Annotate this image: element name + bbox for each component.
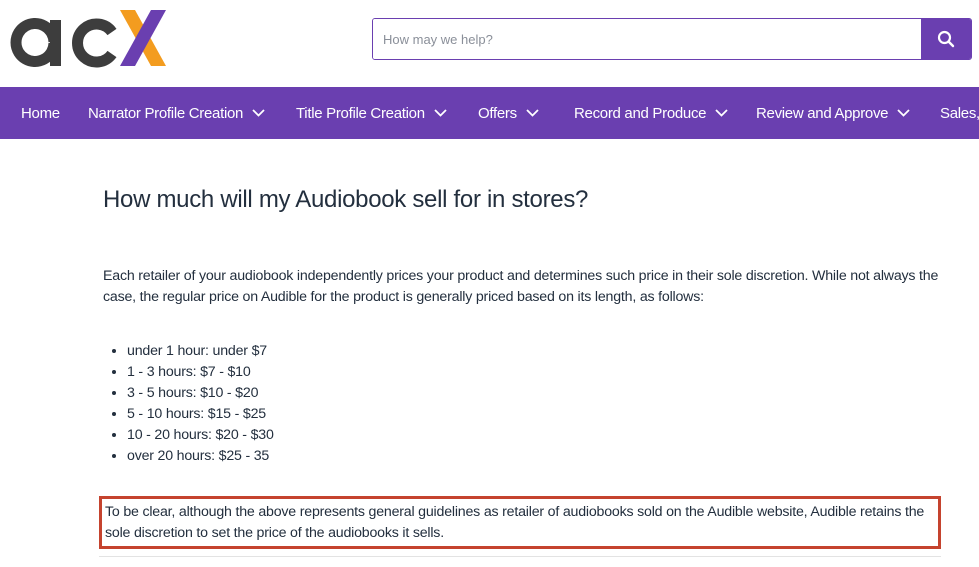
page-title: How much will my Audiobook sell for in s…: [103, 186, 589, 213]
nav-item-offers[interactable]: Offers: [478, 87, 539, 139]
nav-item-title-profile-creation[interactable]: Title Profile Creation: [296, 87, 447, 139]
chevron-down-icon: [715, 109, 728, 117]
site-header: [0, 0, 979, 87]
nav-item-label: Review and Approve: [756, 104, 889, 122]
nav-item-review-and-approve[interactable]: Review and Approve: [756, 87, 910, 139]
list-item: 10 - 20 hours: $20 - $30: [127, 425, 274, 446]
chevron-down-icon: [252, 109, 265, 117]
price-list: under 1 hour: under $7 1 - 3 hours: $7 -…: [103, 341, 274, 467]
nav-item-narrator-profile-creation[interactable]: Narrator Profile Creation: [88, 87, 265, 139]
main-nav: Home Narrator Profile Creation Title Pro…: [0, 87, 979, 139]
search-button[interactable]: [921, 19, 971, 59]
nav-item-sales[interactable]: Sales,: [940, 87, 979, 139]
list-item: 3 - 5 hours: $10 - $20: [127, 383, 274, 404]
search-input[interactable]: [373, 19, 921, 59]
chevron-down-icon: [526, 109, 539, 117]
acx-logo[interactable]: [8, 6, 168, 68]
list-item: 1 - 3 hours: $7 - $10: [127, 362, 274, 383]
list-item: over 20 hours: $25 - 35: [127, 446, 274, 467]
nav-item-label: Record and Produce: [574, 104, 707, 122]
nav-item-label: Offers: [478, 104, 517, 122]
chevron-down-icon: [897, 109, 910, 117]
nav-item-label: Title Profile Creation: [296, 104, 425, 122]
nav-item-home[interactable]: Home: [21, 87, 60, 139]
nav-item-label: Narrator Profile Creation: [88, 104, 244, 122]
list-item: under 1 hour: under $7: [127, 341, 274, 362]
acx-logo-graphic: [10, 10, 166, 68]
list-item: 5 - 10 hours: $15 - $25: [127, 404, 274, 425]
nav-item-label: Sales,: [940, 104, 979, 122]
search-icon: [937, 30, 955, 48]
nav-item-record-and-produce[interactable]: Record and Produce: [574, 87, 728, 139]
nav-item-label: Home: [21, 104, 60, 122]
search-bar: [372, 18, 972, 60]
chevron-down-icon: [434, 109, 447, 117]
divider: [99, 556, 941, 557]
highlighted-notice: To be clear, although the above represen…: [99, 496, 941, 549]
intro-paragraph: Each retailer of your audiobook independ…: [103, 268, 939, 305]
